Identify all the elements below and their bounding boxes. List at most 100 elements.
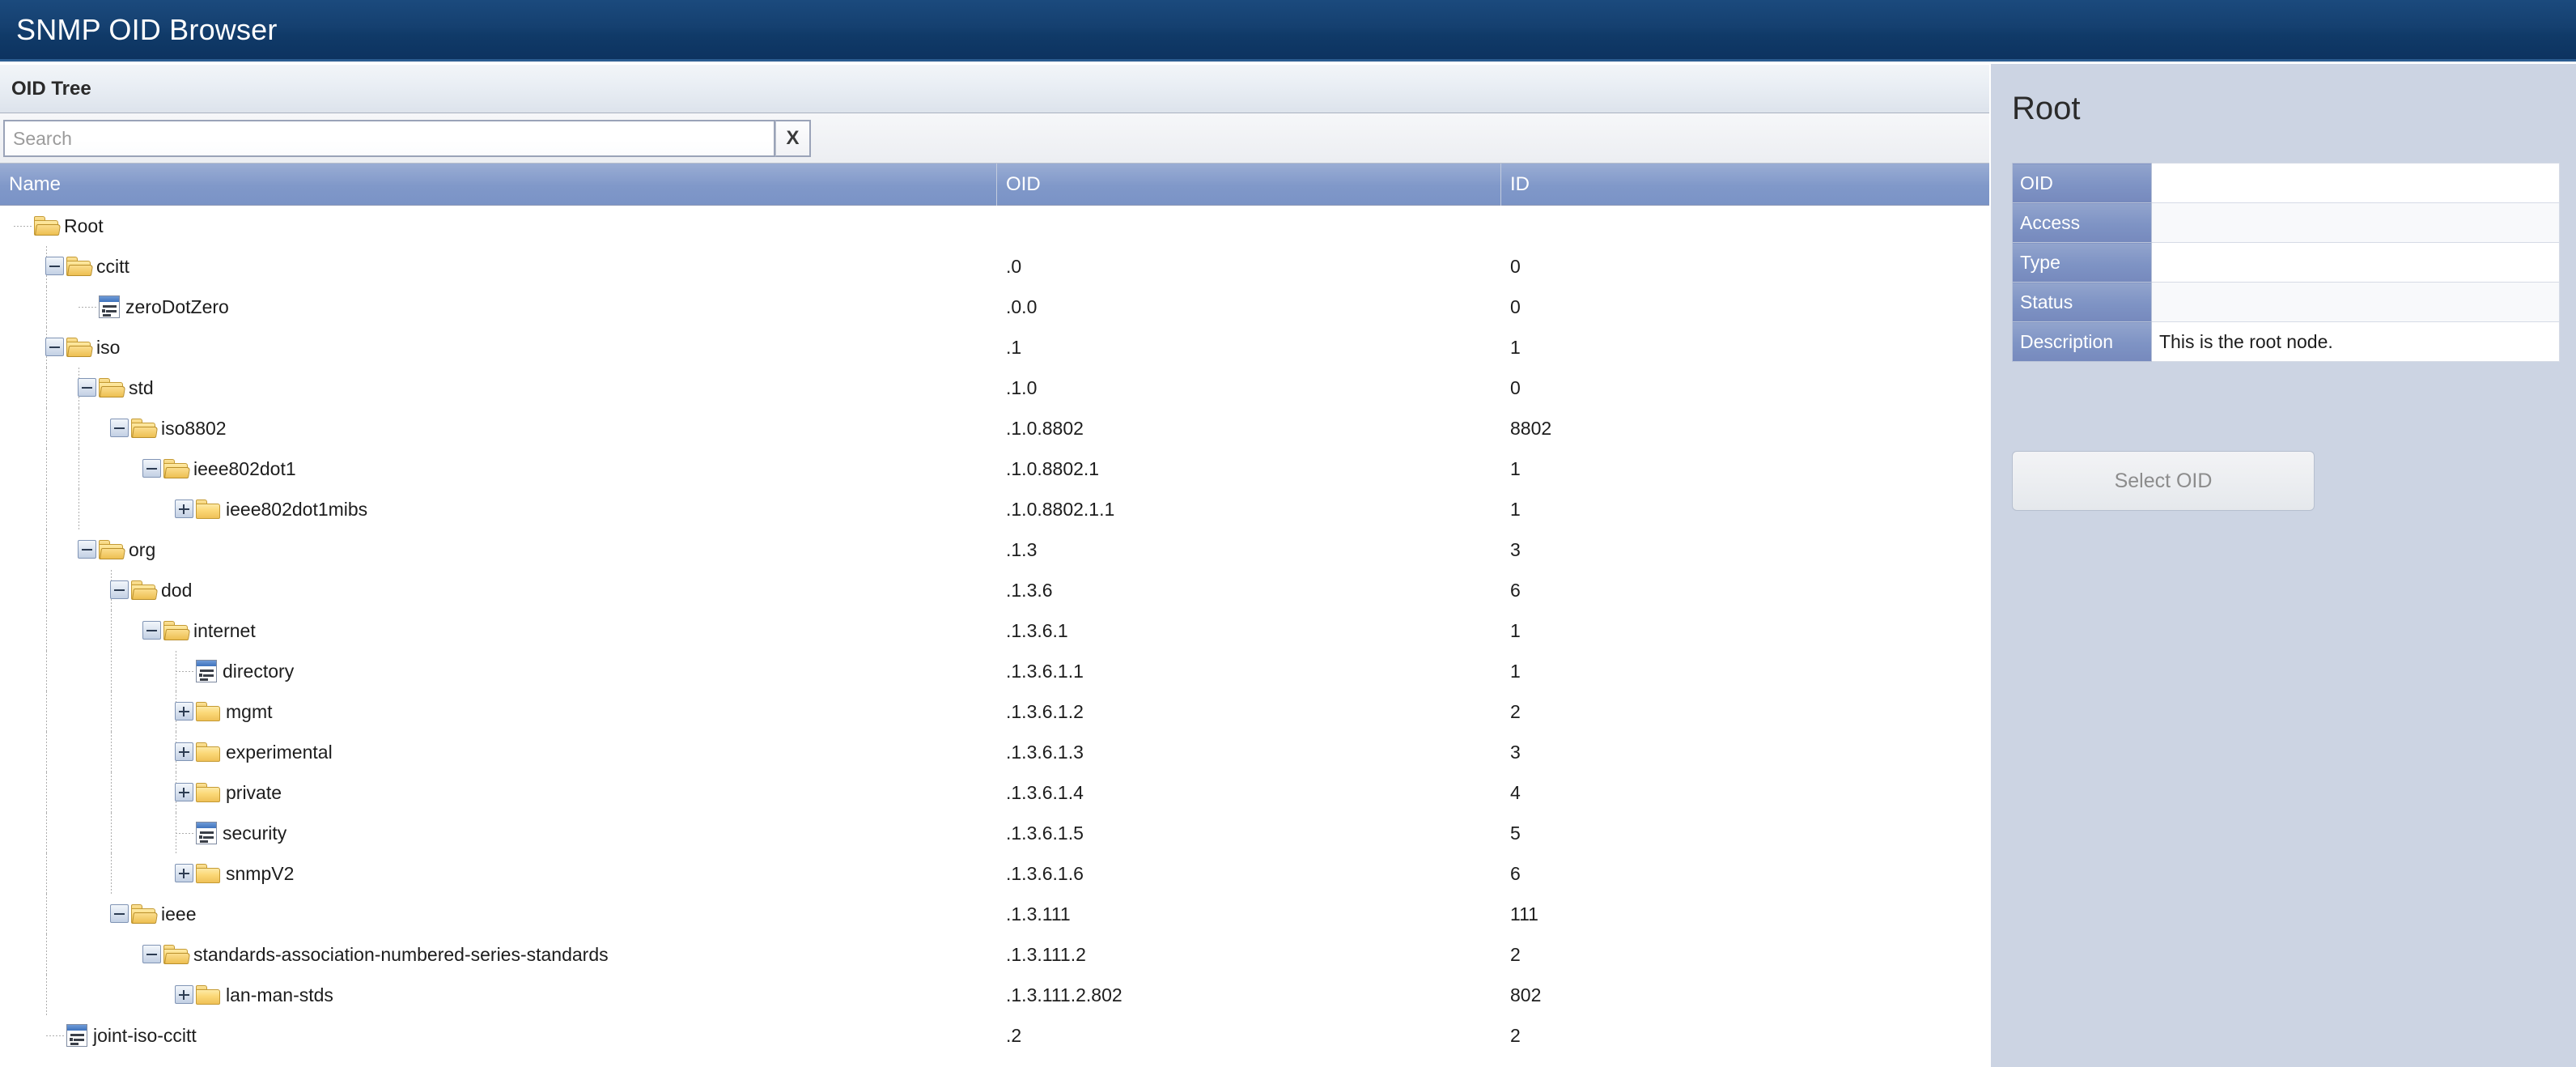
tree-row-name-cell[interactable]: std: [0, 368, 997, 408]
tree-row-name-cell[interactable]: Root: [0, 206, 997, 246]
tree-leaf-connector: [176, 671, 193, 672]
collapse-node-icon[interactable]: [110, 580, 129, 599]
tree-row[interactable]: standards-association-numbered-series-st…: [0, 934, 1989, 975]
tree-node-icon-holder: lan-man-stds: [196, 975, 333, 1015]
tree-panel-title: OID Tree: [11, 77, 91, 100]
tree-row-name-cell[interactable]: experimental: [0, 732, 997, 772]
app-title: SNMP OID Browser: [16, 12, 278, 46]
tree-row-name-cell[interactable]: lan-man-stds: [0, 975, 997, 1015]
tree-row-id-cell: 0: [1510, 255, 1521, 277]
tree-guide-line: [46, 772, 47, 813]
tree-row-name-cell[interactable]: ccitt: [0, 246, 997, 287]
tree-row[interactable]: joint-iso-ccitt .2 2: [0, 1015, 1989, 1056]
tree-guide-line: [46, 853, 47, 894]
tree-row-name-cell[interactable]: ieee802dot1: [0, 448, 997, 489]
expand-node-icon[interactable]: [175, 864, 193, 882]
tree-node-label: snmpV2: [226, 862, 295, 884]
tree-row[interactable]: org .1.3 3: [0, 529, 1989, 570]
tree-row-name-cell[interactable]: ieee: [0, 894, 997, 934]
collapse-node-icon[interactable]: [110, 904, 129, 923]
tree-row[interactable]: lan-man-stds .1.3.111.2.802 802: [0, 975, 1989, 1015]
tree-guide-line: [111, 691, 112, 732]
tree-row[interactable]: security .1.3.6.1.5 5: [0, 813, 1989, 853]
expand-node-icon[interactable]: [175, 702, 193, 721]
tree-row[interactable]: ccitt .0 0: [0, 246, 1989, 287]
tree-row[interactable]: std .1.0 0: [0, 368, 1989, 408]
oid-tree-panel: OID Tree X Name OID ID Root ccitt.00zeroD…: [0, 64, 1989, 1067]
expand-node-icon[interactable]: [175, 985, 193, 1004]
tree-row[interactable]: mgmt .1.3.6.1.2 2: [0, 691, 1989, 732]
tree-row-oid-cell: .1.3.111: [1006, 903, 1071, 925]
collapse-node-icon[interactable]: [45, 257, 64, 275]
leaf-node-icon: [66, 1024, 87, 1047]
collapse-node-icon[interactable]: [142, 459, 161, 478]
tree-row-oid-cell: .1.0: [1006, 376, 1038, 398]
expand-node-icon[interactable]: [175, 499, 193, 518]
search-clear-button[interactable]: X: [775, 120, 811, 157]
collapse-node-icon[interactable]: [110, 419, 129, 437]
tree-row-id-cell: 2: [1510, 943, 1521, 965]
tree-row-oid-cell: .1.0.8802.1: [1006, 457, 1100, 479]
expand-node-icon[interactable]: [175, 783, 193, 801]
tree-guide-line: [46, 732, 47, 772]
search-input[interactable]: [3, 120, 775, 157]
tree-row-id-cell: 6: [1510, 579, 1521, 601]
tree-node-label: Root: [64, 215, 104, 236]
tree-row-oid-cell: .0.0: [1006, 295, 1038, 317]
tree-row-name-cell[interactable]: snmpV2: [0, 853, 997, 894]
collapse-node-icon[interactable]: [45, 338, 64, 356]
detail-field-value: [2151, 282, 2560, 322]
detail-fields-table: OID Access Type Status Description This is th…: [2012, 163, 2560, 362]
column-header-oid[interactable]: OID: [997, 164, 1501, 206]
tree-row[interactable]: experimental .1.3.6.1.3 3: [0, 732, 1989, 772]
tree-row-name-cell[interactable]: internet: [0, 610, 997, 651]
tree-row-name-cell[interactable]: private: [0, 772, 997, 813]
tree-row-oid-cell: .1.3: [1006, 538, 1038, 560]
select-oid-button[interactable]: Select OID: [2012, 451, 2315, 511]
leaf-node-icon: [196, 822, 217, 844]
tree-node-label: std: [129, 376, 154, 398]
collapse-node-icon[interactable]: [78, 540, 96, 559]
collapse-node-icon[interactable]: [78, 378, 96, 397]
tree-row-name-cell[interactable]: security: [0, 813, 997, 853]
folder-open-icon: [163, 945, 191, 964]
tree-row-name-cell[interactable]: iso8802: [0, 408, 997, 448]
tree-row-oid-cell: .1.0.8802: [1006, 417, 1084, 439]
tree-guide-line: [111, 813, 112, 853]
collapse-node-icon[interactable]: [142, 621, 161, 640]
column-header-name[interactable]: Name: [0, 164, 997, 206]
tree-row[interactable]: ieee .1.3.111 111: [0, 894, 1989, 934]
tree-row[interactable]: directory .1.3.6.1.1 1: [0, 651, 1989, 691]
tree-row[interactable]: ieee802dot1 .1.0.8802.1 1: [0, 448, 1989, 489]
tree-row[interactable]: private .1.3.6.1.4 4: [0, 772, 1989, 813]
tree-node-icon-holder: mgmt: [196, 691, 273, 732]
tree-row-name-cell[interactable]: directory: [0, 651, 997, 691]
tree-row-name-cell[interactable]: org: [0, 529, 997, 570]
tree-row[interactable]: ieee802dot1mibs .1.0.8802.1.1 1: [0, 489, 1989, 529]
detail-field-row: Status: [2012, 282, 2560, 322]
tree-row-name-cell[interactable]: dod: [0, 570, 997, 610]
tree-leaf-connector: [14, 226, 32, 227]
collapse-node-icon[interactable]: [142, 945, 161, 963]
detail-field-label: Type: [2012, 242, 2152, 283]
column-header-id[interactable]: ID: [1501, 164, 1989, 206]
tree-row[interactable]: zeroDotZero .0.0 0: [0, 287, 1989, 327]
tree-node-label: mgmt: [226, 700, 273, 722]
tree-row[interactable]: dod .1.3.6 6: [0, 570, 1989, 610]
tree-row-name-cell[interactable]: joint-iso-ccitt: [0, 1015, 997, 1056]
tree-row-name-cell[interactable]: mgmt: [0, 691, 997, 732]
tree-node-label: lan-man-stds: [226, 984, 333, 1005]
tree-row[interactable]: internet .1.3.6.1 1: [0, 610, 1989, 651]
tree-row[interactable]: snmpV2 .1.3.6.1.6 6: [0, 853, 1989, 894]
tree-row[interactable]: Root: [0, 206, 1989, 246]
tree-row-name-cell[interactable]: iso: [0, 327, 997, 368]
tree-row-id-cell: 1: [1510, 660, 1521, 682]
tree-row[interactable]: iso8802 .1.0.8802 8802: [0, 408, 1989, 448]
tree-row-name-cell[interactable]: standards-association-numbered-series-st…: [0, 934, 997, 975]
tree-row[interactable]: iso .1 1: [0, 327, 1989, 368]
tree-row-name-cell[interactable]: ieee802dot1mibs: [0, 489, 997, 529]
expand-node-icon[interactable]: [175, 742, 193, 761]
tree-node-icon-holder: Root: [34, 206, 104, 246]
tree-row-name-cell[interactable]: zeroDotZero: [0, 287, 997, 327]
tree-body[interactable]: Root ccitt .0 0 zeroDotZero .0.0 0 iso .1 1 std .1.…: [0, 206, 1989, 1067]
